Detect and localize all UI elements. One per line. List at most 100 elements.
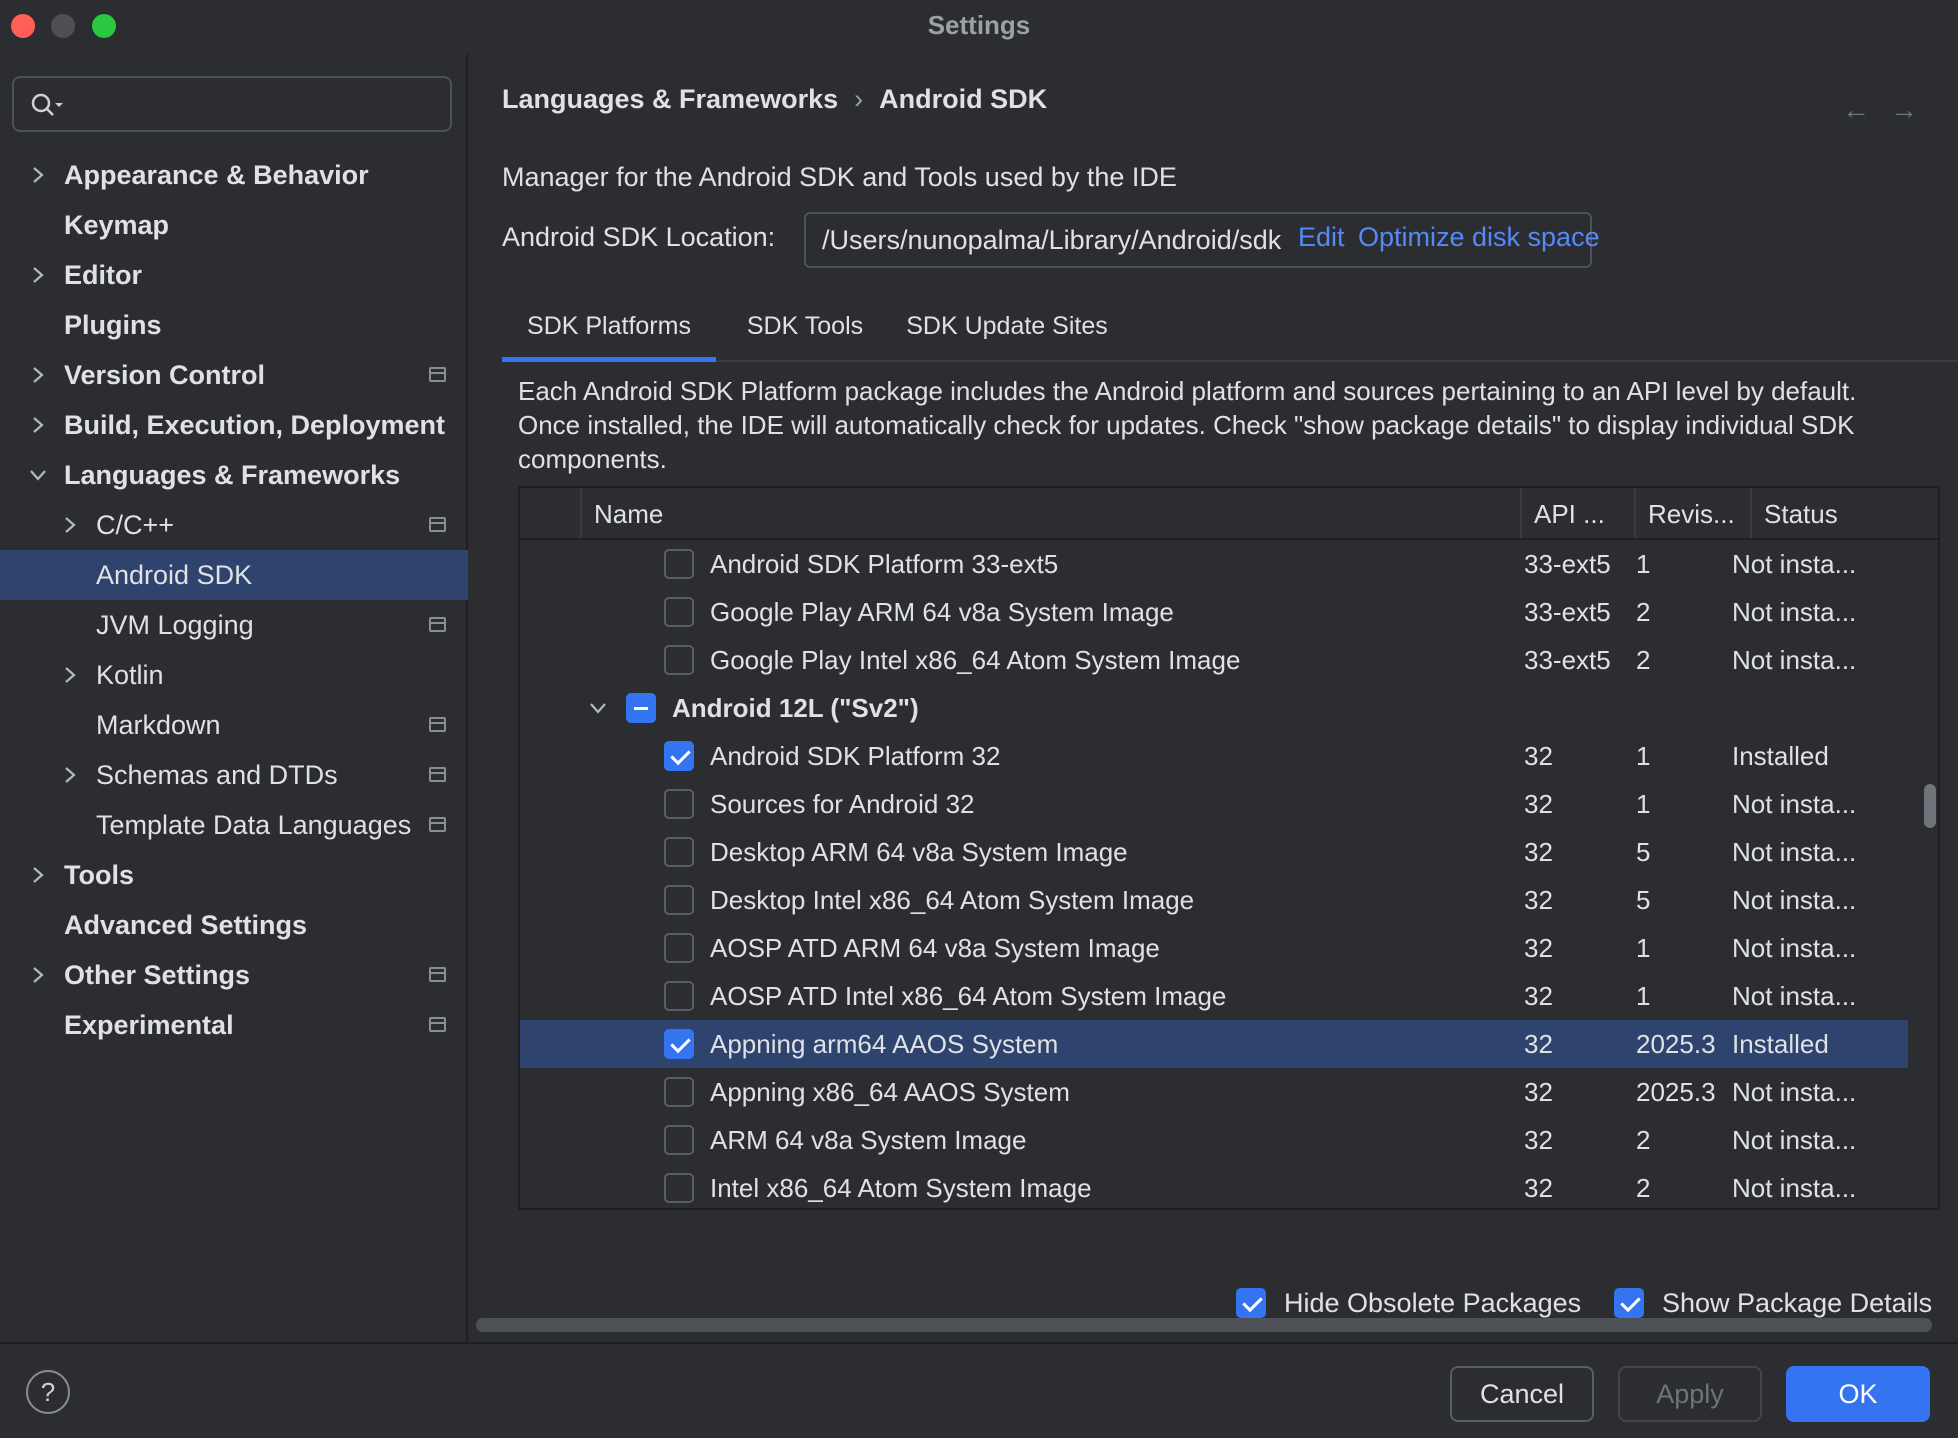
sidebar-item[interactable]: Android SDK: [0, 550, 468, 600]
sidebar-item[interactable]: Advanced Settings: [0, 900, 468, 950]
sidebar-item[interactable]: Schemas and DTDs: [0, 750, 468, 800]
package-checkbox[interactable]: [664, 597, 694, 627]
chevron-down-icon[interactable]: [588, 698, 608, 718]
package-checkbox[interactable]: [664, 789, 694, 819]
package-checkbox[interactable]: [626, 693, 656, 723]
table-row[interactable]: Google Play ARM 64 v8a System Image 33-ex…: [520, 588, 1908, 636]
sidebar-item[interactable]: Experimental: [0, 1000, 468, 1050]
package-name: Sources for Android 32: [710, 789, 975, 819]
table-vertical-scrollbar[interactable]: [1924, 784, 1936, 828]
project-level-icon: [429, 367, 446, 382]
table-row[interactable]: Appning arm64 AAOS System 32 2025.3 Install…: [520, 1020, 1908, 1068]
chevron-right-icon[interactable]: [28, 365, 48, 385]
package-revision: 5: [1636, 885, 1651, 915]
forward-arrow-icon[interactable]: →: [1890, 94, 1938, 125]
package-api-level: 32: [1524, 1125, 1553, 1155]
sidebar-item[interactable]: Editor: [0, 250, 468, 300]
sidebar-item[interactable]: Markdown: [0, 700, 468, 750]
column-api-header[interactable]: API ...: [1520, 488, 1634, 538]
hide-obsolete-option[interactable]: Hide Obsolete Packages: [1236, 1286, 1581, 1320]
package-checkbox[interactable]: [664, 837, 694, 867]
sidebar-item-label: Markdown: [96, 710, 221, 740]
column-status-header[interactable]: Status: [1750, 488, 1938, 538]
optimize-disk-space-link[interactable]: Optimize disk space: [1358, 222, 1600, 253]
sidebar-item-label: Languages & Frameworks: [64, 460, 401, 490]
package-api-level: 32: [1524, 1173, 1553, 1203]
table-row[interactable]: Intel x86_64 Atom System Image 32 2 Not ins…: [520, 1164, 1908, 1208]
sidebar-item-label: Keymap: [64, 210, 170, 240]
table-row[interactable]: AOSP ATD ARM 64 v8a System Image 32 1 Not i…: [520, 924, 1908, 972]
package-revision: 1: [1636, 549, 1651, 579]
ok-button[interactable]: OK: [1786, 1366, 1930, 1422]
back-arrow-icon[interactable]: ←: [1842, 94, 1890, 125]
table-row[interactable]: Android SDK Platform 32 32 1 Installed: [520, 732, 1908, 780]
table-row[interactable]: Appning x86_64 AAOS System 32 2025.3 Not in…: [520, 1068, 1908, 1116]
package-checkbox[interactable]: [664, 1077, 694, 1107]
cancel-button[interactable]: Cancel: [1450, 1366, 1594, 1422]
sidebar-item[interactable]: Plugins: [0, 300, 468, 350]
package-checkbox[interactable]: [664, 1125, 694, 1155]
title-bar: Settings: [0, 0, 1958, 54]
package-checkbox[interactable]: [664, 549, 694, 579]
chevron-down-icon[interactable]: [28, 465, 48, 485]
history-arrows: ←→: [1842, 94, 1938, 126]
tab-sdk-update-sites[interactable]: SDK Update Sites: [892, 294, 1122, 362]
chevron-right-icon[interactable]: [28, 865, 48, 885]
chevron-right-icon[interactable]: [28, 415, 48, 435]
apply-button[interactable]: Apply: [1618, 1366, 1762, 1422]
sidebar-item[interactable]: Kotlin: [0, 650, 468, 700]
horizontal-scrollbar[interactable]: [476, 1318, 1932, 1332]
chevron-right-icon[interactable]: [60, 515, 80, 535]
chevron-right-icon[interactable]: [60, 765, 80, 785]
package-checkbox[interactable]: [664, 885, 694, 915]
package-api-level: 33-ext5: [1524, 597, 1611, 627]
sidebar-item[interactable]: Languages & Frameworks: [0, 450, 468, 500]
package-checkbox[interactable]: [664, 741, 694, 771]
package-api-level: 33-ext5: [1524, 645, 1611, 675]
sidebar-item[interactable]: JVM Logging: [0, 600, 468, 650]
table-row[interactable]: AOSP ATD Intel x86_64 Atom System Image 3…: [520, 972, 1908, 1020]
chevron-right-icon[interactable]: [28, 265, 48, 285]
tab-sdk-tools[interactable]: SDK Tools: [730, 294, 880, 362]
package-checkbox[interactable]: [664, 1173, 694, 1203]
chevron-right-icon[interactable]: [28, 165, 48, 185]
sidebar-item[interactable]: Build, Execution, Deployment: [0, 400, 468, 450]
chevron-right-icon[interactable]: [28, 965, 48, 985]
breadcrumb-parent[interactable]: Languages & Frameworks: [502, 84, 838, 114]
tab-sdk-platforms[interactable]: SDK Platforms: [502, 294, 716, 362]
table-group-row[interactable]: Android 12L ("Sv2"): [520, 684, 1908, 732]
package-api-level: 32: [1524, 933, 1553, 963]
table-row[interactable]: ARM 64 v8a System Image 32 2 Not insta...: [520, 1116, 1908, 1164]
package-status: Not insta...: [1732, 1173, 1857, 1203]
sidebar-item[interactable]: Appearance & Behavior: [0, 150, 468, 200]
chevron-right-icon[interactable]: [60, 665, 80, 685]
hide-obsolete-checkbox[interactable]: [1236, 1288, 1266, 1318]
sidebar-item[interactable]: Other Settings: [0, 950, 468, 1000]
show-details-checkbox[interactable]: [1614, 1288, 1644, 1318]
help-button[interactable]: ?: [26, 1370, 70, 1414]
settings-search-input[interactable]: [12, 76, 452, 132]
sidebar-item-label: Version Control: [64, 360, 266, 390]
package-api-level: 32: [1524, 981, 1553, 1011]
column-name-header[interactable]: Name: [580, 488, 1520, 538]
package-api-level: 33-ext5: [1524, 549, 1611, 579]
package-checkbox[interactable]: [664, 1029, 694, 1059]
table-row[interactable]: Desktop Intel x86_64 Atom System Image 32…: [520, 876, 1908, 924]
column-revision-header[interactable]: Revis...: [1634, 488, 1750, 538]
sidebar-item[interactable]: Version Control: [0, 350, 468, 400]
package-api-level: 32: [1524, 789, 1553, 819]
table-row[interactable]: Google Play Intel x86_64 Atom System Ima…: [520, 636, 1908, 684]
sidebar-item[interactable]: Template Data Languages: [0, 800, 468, 850]
package-revision: 2: [1636, 597, 1651, 627]
show-details-option[interactable]: Show Package Details: [1614, 1286, 1934, 1320]
package-checkbox[interactable]: [664, 933, 694, 963]
table-row[interactable]: Desktop ARM 64 v8a System Image 32 5 Not in…: [520, 828, 1908, 876]
sidebar-item[interactable]: Keymap: [0, 200, 468, 250]
edit-link[interactable]: Edit: [1298, 222, 1345, 253]
sidebar-item[interactable]: C/C++: [0, 500, 468, 550]
sidebar-item[interactable]: Tools: [0, 850, 468, 900]
package-checkbox[interactable]: [664, 645, 694, 675]
table-row[interactable]: Sources for Android 32 32 1 Not insta...: [520, 780, 1908, 828]
package-checkbox[interactable]: [664, 981, 694, 1011]
table-row[interactable]: Android SDK Platform 33-ext5 33-ext5 1 Not …: [520, 540, 1908, 588]
